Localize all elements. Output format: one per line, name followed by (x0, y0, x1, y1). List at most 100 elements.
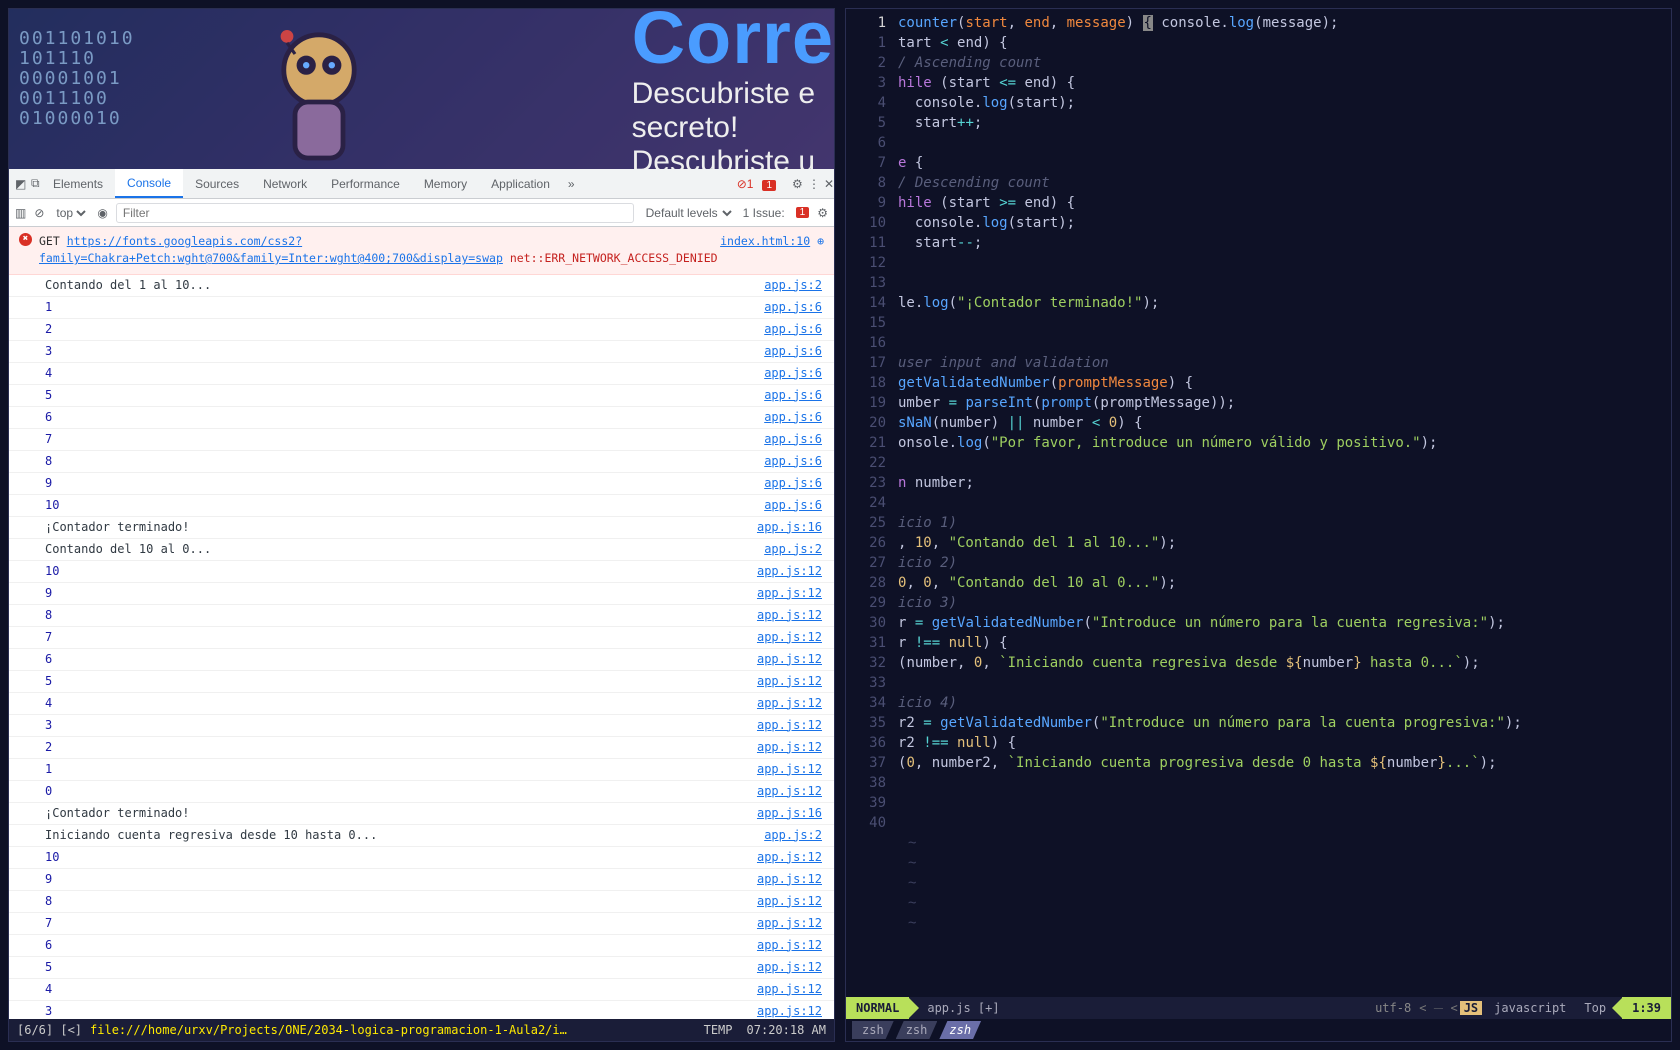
network-error-entry[interactable]: index.html:10 ⊕ GET https://fonts.google… (9, 227, 834, 275)
code-line[interactable]: tart < end) { (898, 33, 1671, 53)
log-source-link[interactable]: app.js:6 (764, 431, 822, 448)
warning-indicator[interactable]: 1 (759, 177, 776, 191)
console-row[interactable]: 6app.js:12 (9, 935, 834, 957)
log-source-link[interactable]: app.js:12 (757, 937, 822, 954)
code-line[interactable]: console.log(start); (898, 213, 1671, 233)
tmux-tab[interactable]: zsh (939, 1021, 981, 1039)
log-source-link[interactable]: app.js:12 (757, 783, 822, 800)
log-levels-select[interactable]: Default levels (642, 205, 735, 221)
device-icon[interactable]: ⧉ (25, 176, 41, 191)
code-line[interactable]: r = getValidatedNumber("Introduce un núm… (898, 613, 1671, 633)
devtools-tab-network[interactable]: Network (251, 169, 319, 198)
code-line[interactable]: icio 2) (898, 553, 1671, 573)
console-row[interactable]: 5app.js:12 (9, 957, 834, 979)
console-row[interactable]: 2app.js:12 (9, 737, 834, 759)
code-line[interactable]: start--; (898, 233, 1671, 253)
devtools-tab-elements[interactable]: Elements (41, 169, 115, 198)
code-line[interactable] (898, 133, 1671, 153)
code-line[interactable]: getValidatedNumber(promptMessage) { (898, 373, 1671, 393)
console-row[interactable]: 7app.js:12 (9, 627, 834, 649)
log-source-link[interactable]: app.js:16 (757, 519, 822, 536)
log-source-link[interactable]: app.js:6 (764, 475, 822, 492)
console-row[interactable]: 5app.js:6 (9, 385, 834, 407)
console-row[interactable]: 9app.js:12 (9, 583, 834, 605)
log-source-link[interactable]: app.js:6 (764, 453, 822, 470)
code-line[interactable]: r2 = getValidatedNumber("Introduce un nú… (898, 713, 1671, 733)
log-source-link[interactable]: app.js:6 (764, 497, 822, 514)
console-settings-icon[interactable]: ⚙ (817, 206, 828, 220)
code-line[interactable]: le.log("¡Contador terminado!"); (898, 293, 1671, 313)
log-source-link[interactable]: app.js:12 (757, 893, 822, 910)
code-line[interactable] (898, 813, 1671, 833)
code-line[interactable]: start++; (898, 113, 1671, 133)
console-row[interactable]: Iniciando cuenta regresiva desde 10 hast… (9, 825, 834, 847)
console-row[interactable]: 5app.js:12 (9, 671, 834, 693)
code-line[interactable]: umber = parseInt(prompt(promptMessage)); (898, 393, 1671, 413)
log-source-link[interactable]: app.js:2 (764, 541, 822, 558)
console-row[interactable]: 2app.js:6 (9, 319, 834, 341)
console-row[interactable]: 3app.js:6 (9, 341, 834, 363)
code-line[interactable] (898, 273, 1671, 293)
code-line[interactable] (898, 793, 1671, 813)
log-source-link[interactable]: app.js:12 (757, 871, 822, 888)
clear-console-icon[interactable]: ⊘ (34, 206, 44, 220)
devtools-tab-memory[interactable]: Memory (412, 169, 479, 198)
console-row[interactable]: 10app.js:12 (9, 561, 834, 583)
inspect-icon[interactable]: ◩ (9, 177, 25, 191)
console-row[interactable]: 9app.js:12 (9, 869, 834, 891)
log-source-link[interactable]: app.js:12 (757, 761, 822, 778)
code-line[interactable]: counter(start, end, message) { console.l… (898, 13, 1671, 33)
code-line[interactable]: icio 1) (898, 513, 1671, 533)
more-tabs-icon[interactable]: » (562, 177, 578, 191)
log-source-link[interactable]: app.js:12 (757, 739, 822, 756)
console-row[interactable]: ¡Contador terminado!app.js:16 (9, 517, 834, 539)
log-source-link[interactable]: app.js:6 (764, 343, 822, 360)
console-row[interactable]: Contando del 1 al 10...app.js:2 (9, 275, 834, 297)
tmux-tab[interactable]: zsh (896, 1021, 938, 1039)
context-select[interactable]: top (52, 205, 89, 221)
console-row[interactable]: 6app.js:6 (9, 407, 834, 429)
code-line[interactable]: n number; (898, 473, 1671, 493)
console-row[interactable]: 3app.js:12 (9, 1001, 834, 1020)
error-indicator[interactable]: ⊘1 (737, 177, 754, 191)
log-source-link[interactable]: app.js:12 (757, 563, 822, 580)
console-row[interactable]: Contando del 10 al 0...app.js:2 (9, 539, 834, 561)
console-row[interactable]: 6app.js:12 (9, 649, 834, 671)
code-line[interactable]: (0, number2, `Iniciando cuenta progresiv… (898, 753, 1671, 773)
tmux-tab[interactable]: zsh (852, 1021, 894, 1039)
console-row[interactable]: 7app.js:12 (9, 913, 834, 935)
console-row[interactable]: 10app.js:6 (9, 495, 834, 517)
error-source-link[interactable]: index.html:10 ⊕ (720, 233, 824, 250)
code-line[interactable]: onsole.log("Por favor, introduce un núme… (898, 433, 1671, 453)
console-row[interactable]: 3app.js:12 (9, 715, 834, 737)
log-source-link[interactable]: app.js:2 (764, 827, 822, 844)
console-row[interactable]: 9app.js:6 (9, 473, 834, 495)
console-row[interactable]: 8app.js:12 (9, 605, 834, 627)
console-row[interactable]: 1app.js:12 (9, 759, 834, 781)
code-line[interactable]: / Descending count (898, 173, 1671, 193)
log-source-link[interactable]: app.js:6 (764, 299, 822, 316)
devtools-tab-performance[interactable]: Performance (319, 169, 412, 198)
log-source-link[interactable]: app.js:12 (757, 981, 822, 998)
console-row[interactable]: 8app.js:6 (9, 451, 834, 473)
code-line[interactable] (898, 493, 1671, 513)
log-source-link[interactable]: app.js:12 (757, 717, 822, 734)
log-source-link[interactable]: app.js:12 (757, 629, 822, 646)
log-source-link[interactable]: app.js:12 (757, 695, 822, 712)
code-line[interactable]: / Ascending count (898, 53, 1671, 73)
console-log-list[interactable]: Contando del 1 al 10...app.js:21app.js:6… (9, 275, 834, 1020)
code-line[interactable]: r2 !== null) { (898, 733, 1671, 753)
devtools-tab-application[interactable]: Application (479, 169, 562, 198)
code-line[interactable]: , 10, "Contando del 1 al 10..."); (898, 533, 1671, 553)
console-row[interactable]: 4app.js:12 (9, 979, 834, 1001)
console-row[interactable]: 10app.js:12 (9, 847, 834, 869)
log-source-link[interactable]: app.js:2 (764, 277, 822, 294)
console-row[interactable]: 7app.js:6 (9, 429, 834, 451)
console-row[interactable]: ¡Contador terminado!app.js:16 (9, 803, 834, 825)
code-line[interactable]: (number, 0, `Iniciando cuenta regresiva … (898, 653, 1671, 673)
live-expression-icon[interactable]: ◉ (97, 206, 107, 220)
console-row[interactable]: 8app.js:12 (9, 891, 834, 913)
console-row[interactable]: 4app.js:6 (9, 363, 834, 385)
devtools-tab-console[interactable]: Console (115, 169, 183, 198)
code-line[interactable]: sNaN(number) || number < 0) { (898, 413, 1671, 433)
